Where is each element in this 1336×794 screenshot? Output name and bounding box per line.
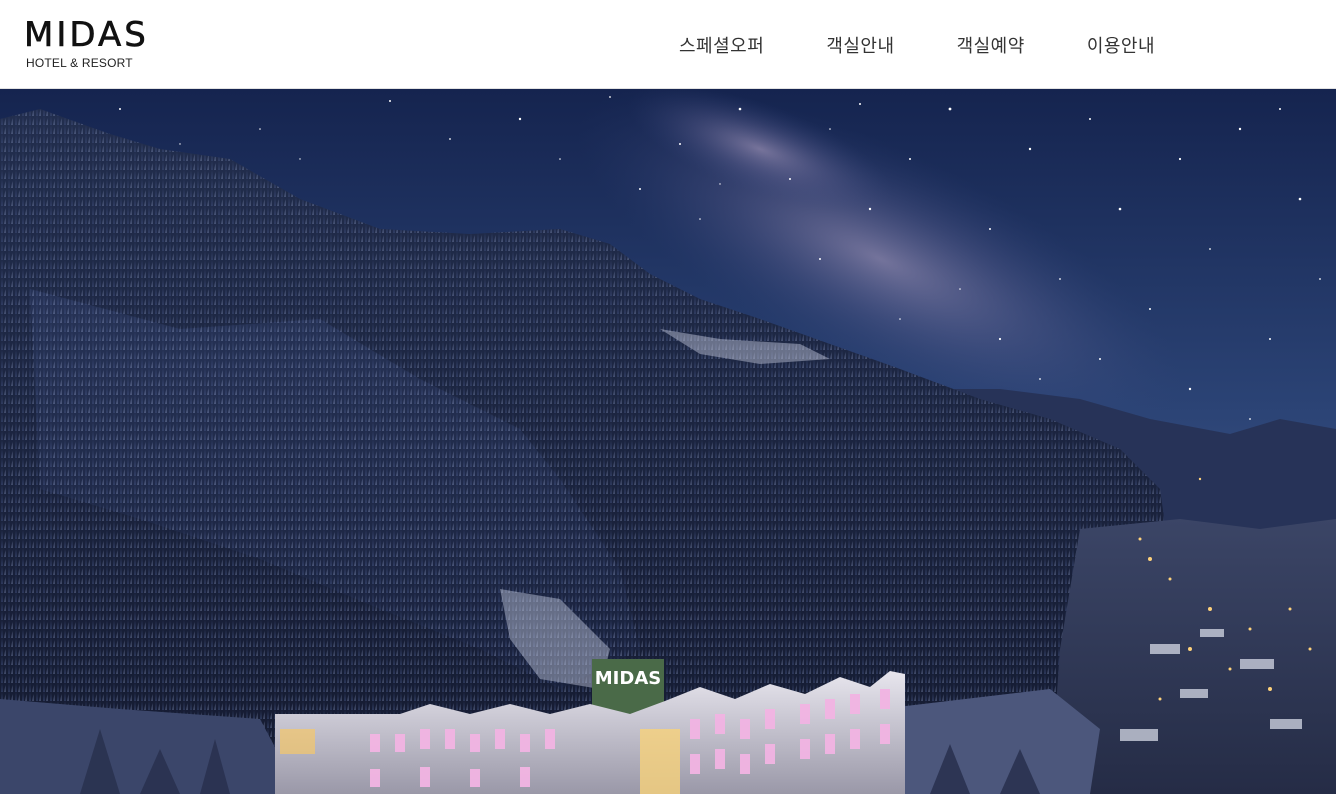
nav-item-room-reservation[interactable]: 객실예약 (957, 32, 1025, 58)
main-nav: 스페셜오퍼 객실안내 객실예약 이용안내 (650, 0, 1188, 89)
brand-logo[interactable]: MIDAS HOTEL & RESORT (24, 18, 156, 74)
nav-item-special-offer[interactable]: 스페셜오퍼 (679, 32, 764, 58)
nav-item-room-info[interactable]: 객실안내 (826, 32, 894, 58)
hero-night-landscape: MIDAS (0, 89, 1336, 794)
brand-logo-tagline: HOTEL & RESORT (26, 56, 133, 70)
nav-item-usage-guide[interactable]: 이용안내 (1087, 32, 1155, 58)
hotel-sign-text: MIDAS (595, 668, 661, 689)
site-header: MIDAS HOTEL & RESORT 스페셜오퍼 객실안내 객실예약 이용안… (0, 0, 1336, 89)
hero-banner-image: MIDAS (0, 89, 1336, 794)
brand-logo-name: MIDAS (24, 15, 149, 55)
